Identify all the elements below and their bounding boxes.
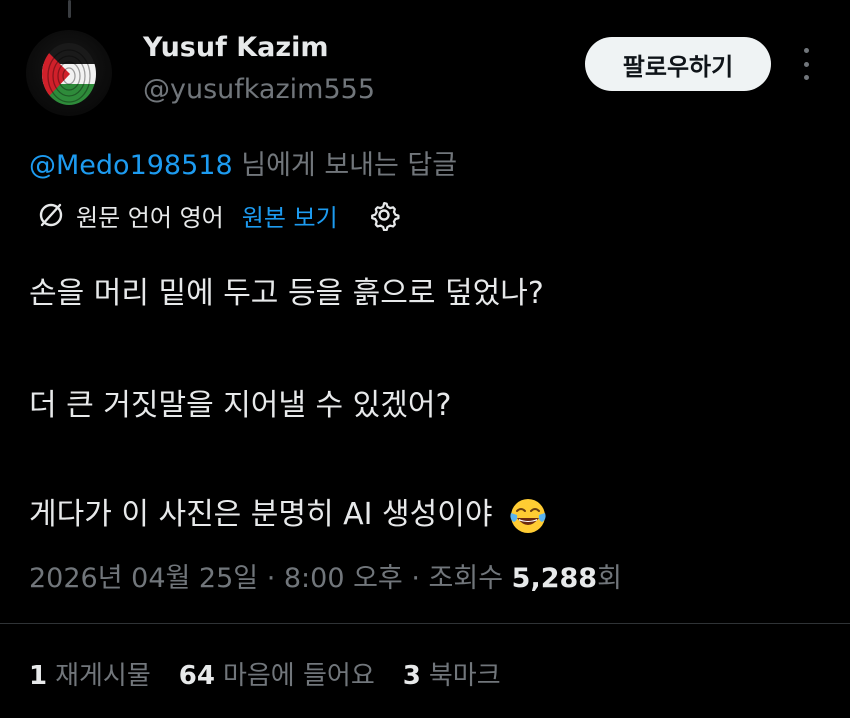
- likes-count: 64: [178, 661, 215, 691]
- post-text-line-1: 손을 머리 밑에 두고 등을 흙으로 덮었나?: [29, 276, 544, 311]
- translation-bar: 원문 언어 영어 원본 보기: [36, 197, 400, 233]
- reposts-label: 재게시물: [55, 661, 151, 691]
- views-count: 5,288: [511, 563, 598, 594]
- reply-context: @Medo198518 님에게 보내는 답글: [29, 143, 457, 182]
- post-text-line-3-text: 게다가 이 사진은 분명히 AI 생성이야: [29, 497, 493, 532]
- reposts-count: 1: [29, 661, 48, 691]
- thread-connector-line: [68, 0, 71, 18]
- author-name[interactable]: Yusuf Kazim: [143, 32, 329, 63]
- original-language-text: 원문 언어 영어: [76, 203, 224, 232]
- gear-icon[interactable]: [368, 199, 400, 231]
- views-suffix: 회: [597, 563, 622, 594]
- follow-button[interactable]: 팔로우하기: [585, 37, 771, 91]
- avatar[interactable]: [26, 30, 112, 116]
- bookmarks-count: 3: [402, 661, 421, 691]
- reposts-stat[interactable]: 1 재게시물: [29, 655, 151, 692]
- post-time[interactable]: 8:00 오후: [284, 563, 403, 594]
- post-metadata: 2026년 04월 25일 · 8:00 오후 · 조회수 5,288회: [29, 556, 622, 595]
- engagement-stats: 1 재게시물 64 마음에 들어요 3 북마크: [29, 655, 529, 692]
- reply-mention-link[interactable]: @Medo198518: [29, 150, 233, 181]
- post-date[interactable]: 2026년 04월 25일: [29, 563, 258, 594]
- translate-icon: [39, 203, 63, 227]
- meta-separator: ·: [258, 563, 284, 594]
- post-text-line-2: 더 큰 거짓말을 지어낼 수 있겠어?: [29, 388, 452, 423]
- likes-label: 마음에 들어요: [222, 661, 375, 691]
- show-original-link[interactable]: 원본 보기: [242, 198, 338, 233]
- post-text-line-3: 게다가 이 사진은 분명히 AI 생성이야: [29, 489, 548, 536]
- views-label: 조회수: [428, 563, 504, 594]
- divider: [0, 623, 850, 624]
- palestine-flag-fingerprint-icon: [42, 43, 96, 105]
- author-handle[interactable]: @yusufkazim555: [143, 74, 375, 105]
- face-with-tears-of-joy-icon: [510, 498, 546, 533]
- likes-stat[interactable]: 64 마음에 들어요: [179, 655, 375, 692]
- reply-context-suffix: 님에게 보내는 답글: [232, 150, 458, 181]
- meta-separator: ·: [402, 563, 429, 594]
- more-options-icon[interactable]: [796, 48, 816, 80]
- bookmarks-stat[interactable]: 3 북마크: [403, 655, 501, 692]
- bookmarks-label: 북마크: [428, 661, 501, 691]
